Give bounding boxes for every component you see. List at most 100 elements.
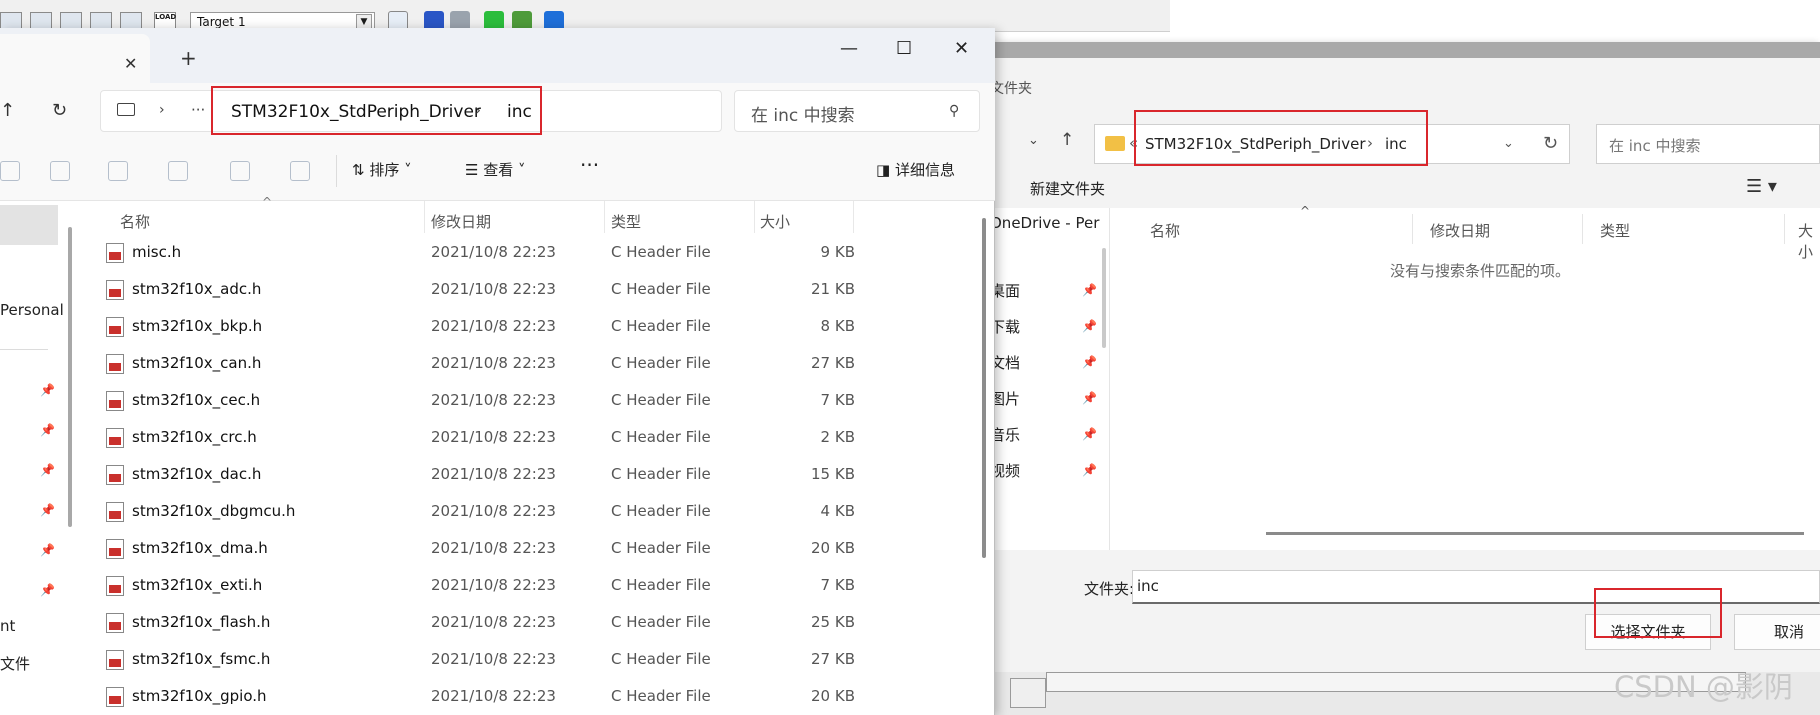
file-type: C Header File (611, 539, 711, 557)
file-type: C Header File (611, 613, 711, 631)
column-type[interactable]: 类型 (1600, 220, 1630, 241)
column-size[interactable]: 大小 (760, 211, 790, 232)
up-arrow-icon[interactable]: ↑ (0, 100, 15, 121)
refresh-icon[interactable]: ↻ (52, 100, 67, 121)
close-window-icon[interactable]: ✕ (954, 38, 969, 59)
cancel-button[interactable]: 取消 (1734, 614, 1820, 650)
file-size: 20 KB (811, 687, 855, 705)
file-name[interactable]: stm32f10x_dma.h (132, 539, 268, 557)
chevron-down-icon[interactable]: ⌄ (1028, 133, 1039, 148)
column-divider (1784, 214, 1785, 244)
nav-item-partial[interactable]: nt (0, 617, 15, 635)
table-row[interactable]: stm32f10x_crc.h 2021/10/8 22:23 C Header F… (78, 418, 978, 455)
details-pane-button[interactable]: ◨ 详细信息 (876, 159, 955, 180)
more-options-button[interactable]: ··· (580, 153, 599, 177)
file-name[interactable]: stm32f10x_gpio.h (132, 687, 267, 705)
refresh-icon[interactable]: ↻ (1543, 133, 1558, 154)
file-name[interactable]: stm32f10x_bkp.h (132, 317, 262, 335)
table-row[interactable]: stm32f10x_bkp.h 2021/10/8 22:23 C Header F… (78, 307, 978, 344)
file-size: 20 KB (811, 539, 855, 557)
table-row[interactable]: stm32f10x_dac.h 2021/10/8 22:23 C Header F… (78, 455, 978, 492)
file-name[interactable]: stm32f10x_flash.h (132, 613, 270, 631)
nav-scrollbar[interactable] (68, 227, 72, 527)
table-row[interactable]: stm32f10x_cec.h 2021/10/8 22:23 C Header F… (78, 381, 978, 418)
file-date: 2021/10/8 22:23 (431, 687, 556, 705)
view-button[interactable]: ☰ 查看 ˅ (465, 159, 526, 180)
tab-inc[interactable]: ✕ (0, 34, 150, 83)
title-bar: ✕ + — ☐ ✕ (0, 28, 995, 83)
table-row[interactable]: stm32f10x_gpio.h 2021/10/8 22:23 C Header … (78, 677, 978, 714)
file-name[interactable]: stm32f10x_crc.h (132, 428, 257, 446)
dialog-nav-pane: OneDrive - Per 桌面 📌 下载 📌 文档 📌 图片 📌 音乐 📌 … (990, 208, 1110, 550)
vertical-scrollbar[interactable] (982, 218, 986, 558)
table-row[interactable]: stm32f10x_flash.h 2021/10/8 22:23 C Header… (78, 603, 978, 640)
chevron-down-icon: ˅ (513, 161, 526, 179)
table-row[interactable]: stm32f10x_exti.h 2021/10/8 22:23 C Header … (78, 566, 978, 603)
file-name[interactable]: stm32f10x_dac.h (132, 465, 261, 483)
delete-icon[interactable] (290, 161, 310, 181)
paste-icon[interactable] (108, 161, 128, 181)
table-row[interactable]: stm32f10x_adc.h 2021/10/8 22:23 C Header F… (78, 270, 978, 307)
close-icon[interactable]: ✕ (124, 54, 137, 73)
share-icon[interactable] (230, 161, 250, 181)
sort-button[interactable]: ⇅ 排序 ˅ (352, 159, 412, 180)
pin-icon: 📌 (1082, 319, 1097, 333)
column-name[interactable]: 名称 (120, 211, 150, 232)
table-row[interactable]: stm32f10x_dbgmcu.h 2021/10/8 22:23 C Heade… (78, 492, 978, 529)
file-type: C Header File (611, 243, 711, 261)
rename-icon[interactable] (168, 161, 188, 181)
chevron-down-icon[interactable]: ⌄ (1503, 136, 1514, 151)
file-name[interactable]: misc.h (132, 243, 181, 261)
pin-icon: 📌 (1082, 427, 1097, 441)
horizontal-scrollbar[interactable] (1266, 532, 1804, 535)
table-row[interactable]: misc.h 2021/10/8 22:23 C Header File 9 KB (78, 233, 978, 270)
chevron-right-icon[interactable]: › (159, 102, 165, 118)
file-name[interactable]: stm32f10x_cec.h (132, 391, 260, 409)
new-tab-icon[interactable]: + (180, 46, 197, 70)
column-name[interactable]: 名称 (1150, 220, 1180, 241)
column-date[interactable]: 修改日期 (1430, 220, 1490, 241)
file-name[interactable]: stm32f10x_exti.h (132, 576, 262, 594)
c-header-file-icon (106, 428, 124, 448)
nav-scrollbar[interactable] (1102, 248, 1106, 348)
pin-icon: 📌 (40, 503, 55, 517)
pin-icon: 📌 (40, 383, 55, 397)
minimize-icon[interactable]: — (840, 38, 858, 59)
nav-item-files[interactable]: 文件 (0, 653, 30, 674)
file-size: 27 KB (811, 650, 855, 668)
column-date[interactable]: 修改日期 (431, 211, 491, 232)
search-icon[interactable]: ⚲ (949, 103, 959, 119)
up-arrow-icon[interactable]: ↑ (1060, 130, 1074, 150)
view-options-icon[interactable]: ☰ ▾ (1746, 176, 1777, 197)
search-input[interactable]: 在 inc 中搜索 ⚲ (734, 90, 980, 132)
c-header-file-icon (106, 539, 124, 559)
filename-label: 文件夹: (1084, 580, 1135, 598)
table-row[interactable]: stm32f10x_can.h 2021/10/8 22:23 C Header F… (78, 344, 978, 381)
pin-icon: 📌 (40, 543, 55, 557)
computer-icon[interactable] (117, 103, 135, 116)
dialog-search-input[interactable]: 在 inc 中搜索 (1596, 124, 1820, 164)
nav-item-selected[interactable] (0, 205, 58, 245)
nav-item-onedrive[interactable]: OneDrive - Per (990, 214, 1099, 232)
address-overflow[interactable]: ··· (191, 101, 205, 119)
c-header-file-icon (106, 280, 124, 300)
column-divider (1582, 214, 1583, 244)
watermark: CSDN @影阴 (1614, 670, 1793, 704)
column-type[interactable]: 类型 (611, 211, 641, 232)
column-size[interactable]: 大小 (1798, 220, 1820, 262)
file-size: 2 KB (820, 428, 855, 446)
cut-icon[interactable] (0, 161, 20, 181)
table-row[interactable]: stm32f10x_fsmc.h 2021/10/8 22:23 C Header … (78, 640, 978, 677)
c-header-file-icon (106, 687, 124, 707)
nav-item-onedrive-personal[interactable]: Personal (0, 301, 64, 319)
table-row[interactable]: stm32f10x_dma.h 2021/10/8 22:23 C Header F… (78, 529, 978, 566)
file-name[interactable]: stm32f10x_fsmc.h (132, 650, 270, 668)
file-name[interactable]: stm32f10x_adc.h (132, 280, 261, 298)
dialog-body: OneDrive - Per 桌面 📌 下载 📌 文档 📌 图片 📌 音乐 📌 … (990, 204, 1820, 550)
new-folder-button[interactable]: 新建文件夹 (1030, 178, 1105, 199)
copy-icon[interactable] (50, 161, 70, 181)
file-type: C Header File (611, 280, 711, 298)
file-name[interactable]: stm32f10x_can.h (132, 354, 261, 372)
file-name[interactable]: stm32f10x_dbgmcu.h (132, 502, 295, 520)
maximize-icon[interactable]: ☐ (896, 38, 912, 59)
